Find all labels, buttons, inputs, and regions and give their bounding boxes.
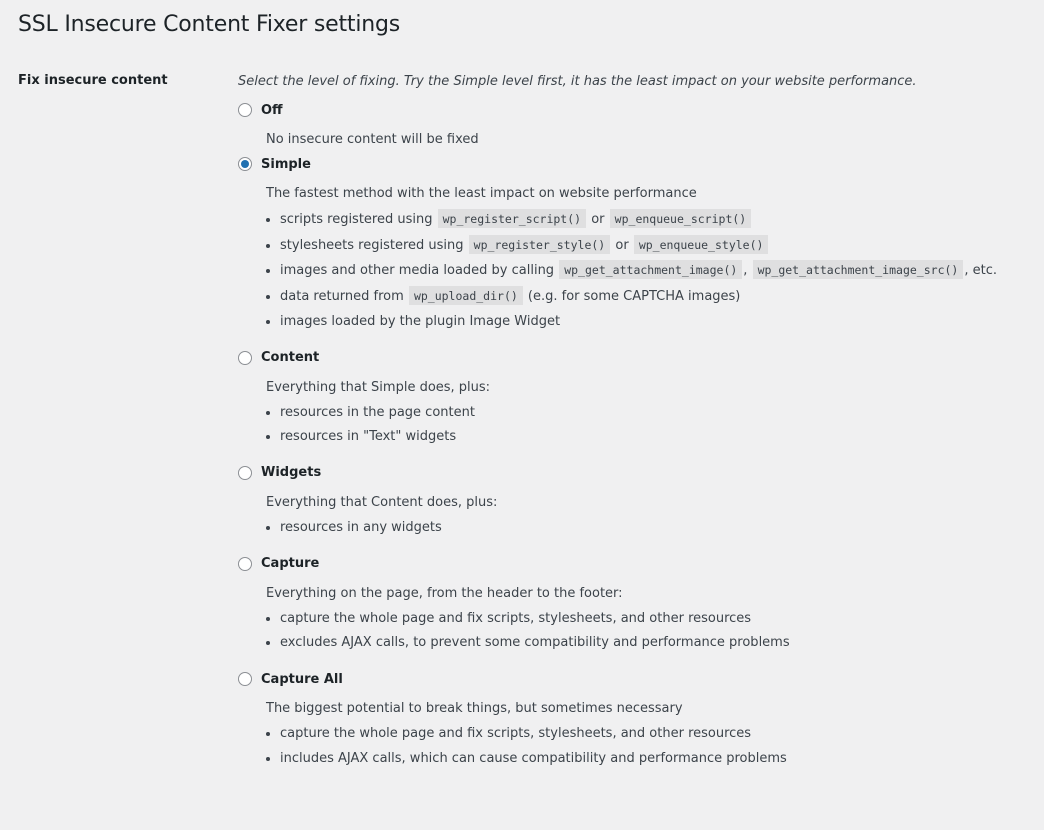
- feature-item: images and other media loaded by calling…: [280, 258, 1038, 284]
- feature-item: data returned from wp_upload_dir() (e.g.…: [280, 284, 1038, 310]
- feature-item: resources in the page content: [280, 401, 1038, 426]
- radio-button-capture-all[interactable]: [238, 672, 252, 687]
- radio-option-capture-all[interactable]: Capture All: [238, 668, 1038, 690]
- radio-option-off[interactable]: Off: [238, 99, 1038, 121]
- option-description: No insecure content will be fixed: [266, 132, 479, 147]
- radio-option-widgets[interactable]: Widgets: [238, 462, 1038, 484]
- option-feature-list: capture the whole page and fix scripts, …: [266, 607, 1038, 656]
- fix-level-intro: Select the level of fixing. Try the Simp…: [238, 74, 917, 89]
- function-name: wp_upload_dir(): [408, 286, 523, 306]
- feature-item: capture the whole page and fix scripts, …: [280, 722, 1038, 747]
- radio-button-content[interactable]: [238, 350, 252, 365]
- option-description: Everything that Simple does, plus:: [266, 379, 491, 395]
- feature-item: includes AJAX calls, which can cause com…: [280, 747, 1038, 772]
- feature-item: images loaded by the plugin Image Widget: [280, 310, 1038, 335]
- radio-button-capture[interactable]: [238, 556, 252, 571]
- option-capture: Capture Everything on the page, from the …: [238, 553, 1038, 656]
- option-feature-list: resources in any widgets: [266, 516, 1038, 541]
- function-name: wp_get_attachment_image(): [559, 260, 743, 280]
- feature-item: resources in "Text" widgets: [280, 425, 1038, 450]
- function-name: wp_register_style(): [468, 234, 611, 254]
- radio-button-simple[interactable]: [238, 157, 252, 171]
- option-description: Everything on the page, from the header …: [266, 585, 623, 601]
- feature-item: stylesheets registered using wp_register…: [280, 233, 1038, 259]
- fix-level-fieldset: Select the level of fixing. Try the Simp…: [238, 73, 1038, 783]
- radio-option-capture[interactable]: Capture: [238, 553, 1038, 575]
- option-label: Capture All: [261, 671, 343, 687]
- radio-button-widgets[interactable]: [238, 465, 252, 480]
- option-description: The fastest method with the least impact…: [266, 186, 697, 201]
- option-label: Content: [261, 350, 320, 366]
- option-off: Off No insecure content will be fixed: [238, 99, 1038, 149]
- option-description: The biggest potential to break things, b…: [266, 701, 683, 717]
- function-name: wp_get_attachment_image_src(): [752, 260, 964, 280]
- option-simple: Simple The fastest method with the least …: [238, 153, 1038, 335]
- option-feature-list: resources in the page contentresources i…: [266, 401, 1038, 450]
- feature-item: resources in any widgets: [280, 516, 1038, 541]
- function-name: wp_register_script(): [437, 209, 587, 228]
- option-feature-list: capture the whole page and fix scripts, …: [266, 722, 1038, 771]
- option-label: Capture: [261, 556, 320, 572]
- option-capture-all: Capture All The biggest potential to brea…: [238, 668, 1038, 771]
- option-label: Off: [261, 102, 283, 118]
- radio-option-simple[interactable]: Simple: [238, 153, 1038, 175]
- feature-item: capture the whole page and fix scripts, …: [280, 607, 1038, 632]
- feature-item: excludes AJAX calls, to prevent some com…: [280, 631, 1038, 656]
- fix-insecure-content-label: Fix insecure content: [18, 73, 168, 88]
- fix-level-options: Off No insecure content will be fixed Simp…: [238, 99, 1038, 783]
- option-content: Content Everything that Simple does, plus…: [238, 347, 1038, 450]
- feature-item: scripts registered using wp_register_scr…: [280, 207, 1038, 233]
- page-title: SSL Insecure Content Fixer settings: [18, 12, 401, 37]
- option-label: Widgets: [261, 465, 322, 481]
- option-description: Everything that Content does, plus:: [266, 494, 498, 510]
- function-name: wp_enqueue_style(): [633, 234, 769, 254]
- function-name: wp_enqueue_script(): [609, 209, 752, 228]
- radio-button-off[interactable]: [238, 103, 252, 117]
- option-feature-list: scripts registered using wp_register_scr…: [266, 207, 1038, 335]
- option-label: Simple: [261, 156, 311, 172]
- radio-option-content[interactable]: Content: [238, 347, 1038, 369]
- option-widgets: Widgets Everything that Content does, plu…: [238, 462, 1038, 541]
